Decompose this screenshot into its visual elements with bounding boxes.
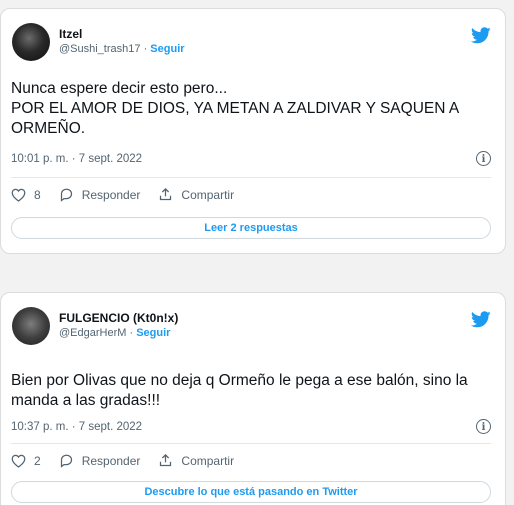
tweet-card[interactable]: Itzel @Sushi_trash17 · Seguir Nunca espe… (0, 8, 506, 254)
reply-button[interactable]: Responder (59, 453, 141, 468)
share-button[interactable]: Compartir (158, 453, 234, 468)
reply-label: Responder (81, 453, 141, 468)
reply-bubble-icon (60, 454, 72, 468)
action-bar: 2 Responder Compartir (11, 453, 252, 468)
like-button[interactable]: 2 (11, 454, 41, 468)
timestamp[interactable]: 10:01 p. m. · 7 sept. 2022 (11, 153, 142, 165)
like-button[interactable]: 8 (11, 188, 41, 202)
author-handle-row: @Sushi_trash17 · Seguir (59, 43, 185, 55)
twitter-bird-icon[interactable] (471, 311, 491, 328)
heart-icon (11, 454, 26, 468)
like-count: 8 (34, 187, 41, 202)
follow-link[interactable]: Seguir (136, 327, 170, 339)
separator: · (143, 43, 148, 55)
author-handle[interactable]: @EdgarHerM (59, 327, 126, 339)
share-button[interactable]: Compartir (158, 187, 234, 202)
reply-button[interactable]: Responder (59, 187, 141, 202)
heart-icon (11, 188, 26, 202)
tweet-text: Bien por Olivas que no deja q Ormeño le … (11, 372, 468, 409)
author-name[interactable]: Itzel (59, 27, 82, 41)
avatar[interactable] (12, 23, 50, 61)
reply-bubble-icon (60, 188, 72, 202)
discover-twitter-button[interactable]: Descubre lo que está pasando en Twitter (11, 481, 491, 503)
info-icon[interactable]: i (476, 419, 491, 434)
timestamp[interactable]: 10:37 p. m. · 7 sept. 2022 (11, 421, 142, 433)
action-bar: 8 Responder Compartir (11, 187, 252, 202)
avatar[interactable] (12, 307, 50, 345)
author-handle-row: @EdgarHerM · Seguir (59, 327, 170, 339)
divider (11, 177, 491, 178)
share-label: Compartir (181, 187, 235, 202)
twitter-bird-icon[interactable] (471, 27, 491, 44)
author-name[interactable]: FULGENCIO (Kt0n!x) (59, 311, 178, 325)
share-icon (160, 187, 172, 201)
like-count: 2 (34, 453, 41, 468)
share-icon (160, 453, 172, 467)
tweet-text: Nunca espere decir esto pero... POR EL A… (11, 80, 459, 137)
share-label: Compartir (181, 453, 235, 468)
divider (11, 443, 491, 444)
read-replies-button[interactable]: Leer 2 respuestas (11, 217, 491, 239)
author-handle[interactable]: @Sushi_trash17 (59, 43, 141, 55)
info-icon[interactable]: i (476, 151, 491, 166)
reply-label: Responder (81, 187, 141, 202)
follow-link[interactable]: Seguir (150, 43, 184, 55)
separator: · (129, 327, 134, 339)
tweet-card[interactable]: FULGENCIO (Kt0n!x) @EdgarHerM · Seguir B… (0, 292, 506, 505)
